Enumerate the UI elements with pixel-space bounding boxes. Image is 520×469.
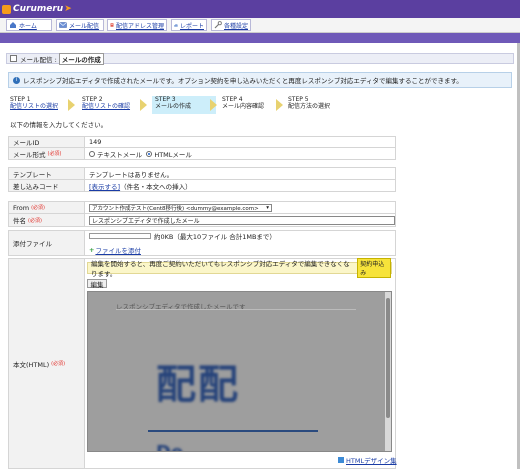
subject-label: 件名 [13,217,26,225]
radio-text-mail[interactable] [89,150,95,157]
mail-icon [59,22,67,28]
step-label: 配信方法の選択 [288,103,331,110]
from-label: From [13,203,30,212]
nav-address-management[interactable]: 配信アドレス管理 [107,19,167,31]
nav-label: 各種設定 [223,22,248,30]
step-number: STEP 1 [10,96,31,103]
html-preview[interactable]: レスポンシブエディタで作成したメールです 配配 De... [87,291,392,452]
step-label[interactable]: 配信リストの選択 [10,103,58,110]
logo-mark-icon [2,4,11,14]
logo-text: Curumeru [13,4,64,14]
show-insert-code-link[interactable]: [表示する] [89,181,120,191]
step-label: メール内容確認 [222,103,265,110]
step-arrow-icon [276,99,283,111]
step-2[interactable]: STEP 2 配信リストの確認 [82,96,130,114]
attachment-size-bar [89,233,151,239]
page-title: メールの作成 [58,52,104,65]
contract-apply-button[interactable]: 契約申込み [357,258,391,278]
chevron-down-icon: ▾ [266,204,269,211]
step-label: メールの作成 [155,103,192,110]
editor-warning: 編集を開始すると、再度ご契約いただいてもレスポンシブ対応エディタで編集できなくな… [87,258,392,278]
nav-mail-delivery[interactable]: メール配信 [56,19,104,31]
nav-label: ホーム [19,22,37,30]
editor-warning-text: 編集を開始すると、再度ご契約いただいてもレスポンシブ対応エディタで編集できなくな… [91,260,350,278]
html-design-collection[interactable]: HTMLデザイン集 [338,455,397,465]
body-html-label: 本文(HTML) [13,360,50,369]
required-badge: (必須) [47,151,62,157]
step-arrow-icon [68,99,75,111]
nav-label: 配信アドレス管理 [115,22,164,30]
section-label: メール配信 : [20,55,57,64]
header-accent-bar [0,33,520,43]
preview-underline [148,430,318,432]
nav-home[interactable]: ホーム [6,19,52,31]
html-design-link[interactable]: HTMLデザイン集 [346,455,397,465]
radio-html-mail[interactable] [146,150,153,157]
mail-format-label: メール形式 [13,150,46,159]
nav-settings[interactable]: 各種設定 [211,19,251,31]
step-1[interactable]: STEP 1 配信リストの選択 [10,96,58,114]
main-nav: ホーム メール配信 配信アドレス管理 レポート 各種設定 [0,18,520,33]
radio-text-mail-label[interactable]: テキストメール [97,149,142,159]
subject-input[interactable]: レスポンシブエディタで作成したメール [89,215,395,225]
scrollbar-thumb[interactable] [386,298,390,418]
form-instruction: 以下の情報を入力してください。 [10,121,108,129]
info-icon: i [13,76,20,84]
from-select-value: アカウント作成テスト(Cent8移行後) <dummy@example.com> [92,205,259,212]
nav-report[interactable]: レポート [171,19,207,31]
step-arrow-icon [210,99,217,111]
insert-code-note: （件名・本文への挿入） [120,182,192,191]
step-5: STEP 5 配信方法の選択 [288,96,330,114]
page-title-bar: メール配信 : メールの作成 [6,52,514,65]
wrench-icon [214,21,222,29]
add-icon: + [89,246,95,254]
address-book-icon [110,23,114,27]
nav-label: メール配信 [69,22,100,30]
template-value: テンプレートはありません。 [89,170,174,179]
radio-html-mail-label[interactable]: HTMLメール [154,149,192,159]
preview-scrollbar[interactable] [385,292,391,451]
step-number: STEP 2 [82,96,103,103]
chart-icon [174,24,178,27]
row-attachment: 添付ファイル 約0KB（最大10ファイル 合計1MBまで） + ファイルを添付 [8,230,396,256]
nav-label: レポート [179,22,204,30]
row-insert-code: 差し込みコード [表示する] （件名・本文への挿入） [8,179,396,192]
mail-id-value: 149 [89,138,102,146]
step-3-current: STEP 3 メールの作成 [152,96,216,114]
info-text: レスポンシブ対応エディタで作成されたメールです。オプション契約を申し込みいただく… [23,77,463,85]
section-checkbox-icon [10,55,17,62]
step-number: STEP 4 [222,96,243,103]
edit-button[interactable]: 編集 [87,279,107,289]
attachment-label: 添付ファイル [13,240,52,248]
insert-code-label: 差し込みコード [13,182,59,191]
preview-sub-text: De... [156,442,204,451]
attach-file-link[interactable]: ファイルを添付 [95,245,141,255]
step-4: STEP 4 メール内容確認 [222,96,264,114]
app-logo[interactable]: Curumeru ➤ [2,2,92,16]
template-label: テンプレート [13,170,52,179]
logo-swoosh-icon: ➤ [64,4,72,14]
info-message: i レスポンシブ対応エディタで作成されたメールです。オプション契約を申し込みいた… [8,72,512,88]
step-number: STEP 5 [288,96,309,103]
required-badge: (必須) [51,361,66,367]
mail-id-label: メールID [13,139,40,147]
top-header: Curumeru ➤ [0,0,520,18]
preview-logo-text: 配配 [156,362,240,408]
attachment-size-text: 約0KB（最大10ファイル 合計1MBまで） [154,233,276,241]
subject-input-value: レスポンシブエディタで作成したメール [92,217,200,225]
row-mail-format: メール形式 (必須) テキストメール HTMLメール [8,147,396,160]
design-icon [338,457,344,463]
required-badge: (必須) [31,205,46,211]
preview-divider [116,309,356,310]
from-select[interactable]: アカウント作成テスト(Cent8移行後) <dummy@example.com>… [89,203,272,212]
step-number: STEP 3 [155,96,176,103]
required-badge: (必須) [28,217,42,224]
home-icon [10,22,16,28]
row-subject: 件名 (必須) レスポンシブエディタで作成したメール [8,213,396,227]
step-label[interactable]: 配信リストの確認 [82,103,130,110]
step-arrow-icon [140,99,147,111]
step-indicator: STEP 1 配信リストの選択 STEP 2 配信リストの確認 STEP 3 メ… [10,96,350,114]
